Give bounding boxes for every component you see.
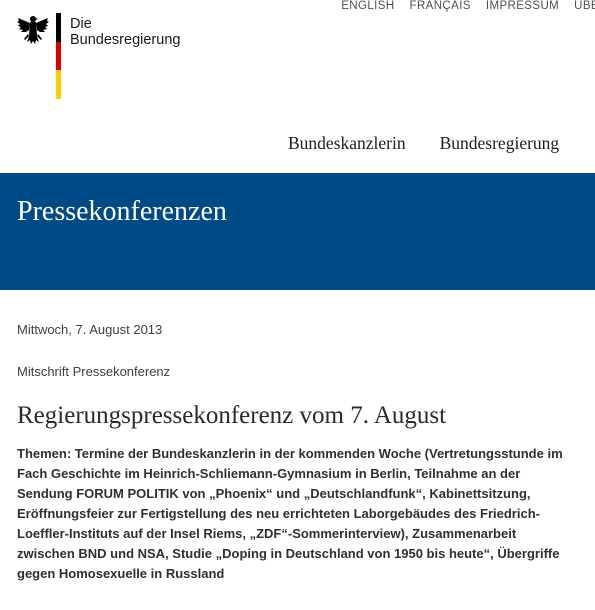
meta-link-impressum[interactable]: IMPRESSUM — [486, 0, 559, 16]
section-title: Pressekonferenzen — [17, 196, 227, 227]
section-banner: Pressekonferenzen — [0, 173, 595, 290]
article-headline: Regierungspressekonferenz vom 7. August — [17, 402, 447, 429]
meta-link-francais[interactable]: FRANÇAIS — [410, 0, 471, 16]
meta-link-ueber[interactable]: ÜBE — [574, 0, 595, 16]
logo-line-1: Die — [70, 16, 92, 32]
nav-item-bundesregierung[interactable]: Bundesregierung — [440, 133, 560, 154]
eagle-icon — [17, 16, 49, 44]
nav-item-bundeskanzlerin[interactable]: Bundeskanzlerin — [288, 133, 406, 154]
main-navigation: Bundeskanzlerin Bundesregierung — [288, 133, 559, 154]
flag-stripe-red — [56, 41, 61, 71]
logo-text: Die Bundesregierung — [70, 16, 180, 48]
article-category: Mitschrift Pressekonferenz — [17, 364, 171, 379]
meta-navigation: ENGLISH FRANÇAIS IMPRESSUM ÜBE — [341, 0, 595, 16]
logo-line-2: Bundesregierung — [70, 32, 181, 48]
flag-stripe-black — [56, 13, 61, 42]
article-themes: Themen: Termine der Bundeskanzlerin in d… — [17, 446, 563, 581]
flag-stripe-gold — [56, 70, 61, 100]
page: ENGLISH FRANÇAIS IMPRESSUM ÜBE — [0, 0, 595, 610]
flag-stripe — [56, 13, 61, 100]
meta-link-english[interactable]: ENGLISH — [341, 0, 394, 16]
article-date: Mittwoch, 7. August 2013 — [17, 322, 163, 337]
